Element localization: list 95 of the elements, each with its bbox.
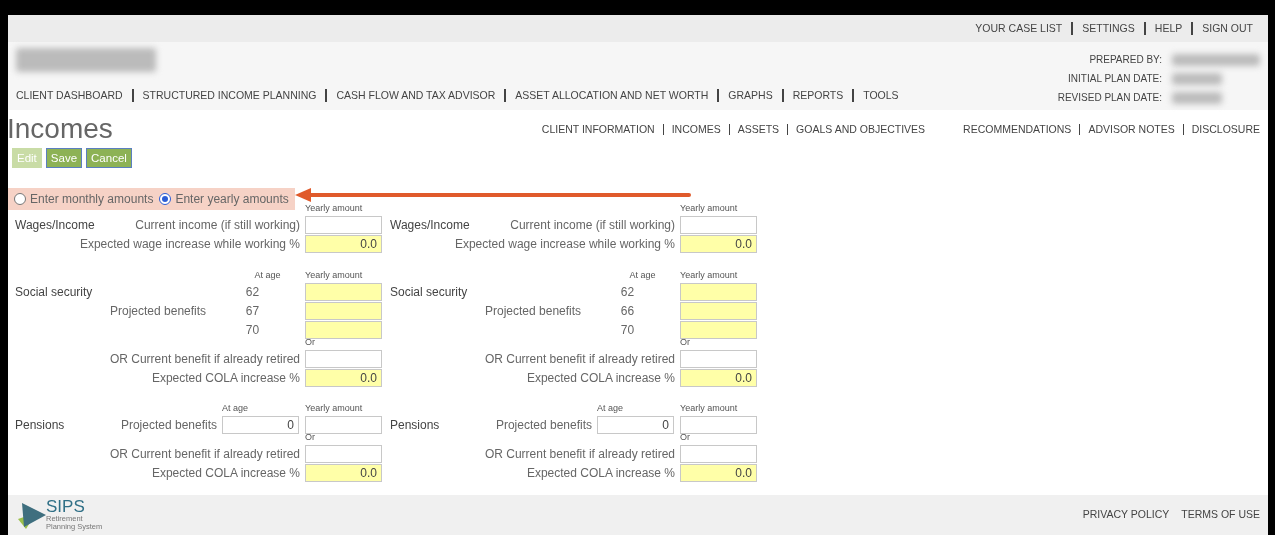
field-label: OR Current benefit if already retired xyxy=(484,446,675,461)
field-label: Expected COLA increase % xyxy=(151,370,300,385)
section-label: Pensions xyxy=(390,417,440,432)
section-label: Wages/Income xyxy=(390,217,470,232)
tab-link[interactable]: DISCLOSURE xyxy=(1182,124,1268,135)
column-header: Yearly amount xyxy=(680,268,739,282)
input-field[interactable] xyxy=(680,349,757,368)
redacted-value xyxy=(1172,91,1222,104)
section-label: Social security xyxy=(15,284,93,299)
top-link[interactable]: YOUR CASE LIST xyxy=(966,22,1072,35)
field-label: Expected wage increase while working % xyxy=(79,236,300,251)
input-field[interactable] xyxy=(305,349,382,368)
section-label: Wages/Income xyxy=(15,217,95,232)
tab-link[interactable]: RECOMMENDATIONS xyxy=(955,124,1080,135)
field-label: Expected wage increase while working % xyxy=(454,236,675,251)
input-field[interactable] xyxy=(680,444,757,463)
field-label: Expected COLA increase % xyxy=(526,370,675,385)
input-field[interactable] xyxy=(305,282,382,301)
input-field[interactable] xyxy=(680,320,757,339)
radio-button[interactable] xyxy=(14,193,26,205)
radio-button[interactable] xyxy=(159,193,172,205)
input-field[interactable] xyxy=(680,415,757,434)
or-label: Or xyxy=(305,335,316,349)
or-label: Or xyxy=(680,430,691,444)
field-label: Expected COLA increase % xyxy=(151,465,300,480)
nav-link[interactable]: ASSET ALLOCATION AND NET WORTH xyxy=(504,89,718,102)
field-label: INITIAL PLAN DATE: xyxy=(1068,72,1162,86)
section-label: Pensions xyxy=(15,417,65,432)
input-field[interactable]: 0.0 xyxy=(305,463,382,482)
redacted-value xyxy=(1172,72,1222,85)
nav-link[interactable]: STRUCTURED INCOME PLANNING xyxy=(131,89,326,102)
input-field[interactable] xyxy=(680,282,757,301)
input-field[interactable]: 0.0 xyxy=(305,368,382,387)
top-link[interactable]: HELP xyxy=(1143,22,1192,35)
column-header: Yearly amount xyxy=(680,401,739,415)
logo-text: SIPS xyxy=(46,499,86,515)
input-field[interactable]: 0.0 xyxy=(680,234,757,253)
nav-link[interactable]: TOOLS xyxy=(852,89,908,102)
field-label: Expected COLA increase % xyxy=(526,465,675,480)
tab-link[interactable]: CLIENT INFORMATION xyxy=(533,124,663,135)
input-field[interactable] xyxy=(305,444,382,463)
input-field[interactable] xyxy=(680,215,757,234)
field-label: Current income (if still working) xyxy=(135,217,300,232)
age-value: 66 xyxy=(620,303,635,318)
tab-link[interactable]: GOALS AND OBJECTIVES xyxy=(787,124,934,135)
field-label: OR Current benefit if already retired xyxy=(109,446,300,461)
nav-link[interactable]: REPORTS xyxy=(781,89,853,102)
page-title: Incomes xyxy=(7,114,113,144)
age-value: 67 xyxy=(245,303,260,318)
input-field[interactable]: 0 xyxy=(222,415,299,434)
radio-label[interactable]: Enter monthly amounts xyxy=(30,190,154,208)
field-label: PREPARED BY: xyxy=(1089,53,1162,67)
footer-link[interactable]: TERMS OF USE xyxy=(1181,507,1260,523)
input-field[interactable]: 0.0 xyxy=(680,368,757,387)
column-header: At age xyxy=(253,268,282,282)
field-label: Projected benefits xyxy=(495,417,592,432)
column-header: At age xyxy=(222,401,250,415)
section-label: Social security xyxy=(390,284,468,299)
or-label: Or xyxy=(305,430,316,444)
nav-link[interactable]: CLIENT DASHBOARD xyxy=(7,89,132,102)
age-value: 62 xyxy=(620,284,635,299)
age-value: 62 xyxy=(245,284,260,299)
tab-link[interactable]: ADVISOR NOTES xyxy=(1079,124,1183,135)
age-value: 70 xyxy=(245,322,260,337)
column-header: At age xyxy=(628,268,657,282)
field-label: Projected benefits xyxy=(485,303,582,318)
input-field[interactable] xyxy=(305,415,382,434)
tab-link[interactable]: INCOMES xyxy=(662,124,729,135)
tab-link[interactable]: ASSETS xyxy=(728,124,788,135)
column-header: Yearly amount xyxy=(305,201,364,215)
nav-link[interactable]: CASH FLOW AND TAX ADVISOR xyxy=(325,89,505,102)
column-header: Yearly amount xyxy=(680,201,739,215)
field-label: OR Current benefit if already retired xyxy=(484,351,675,366)
field-label: OR Current benefit if already retired xyxy=(109,351,300,366)
field-label: REVISED PLAN DATE: xyxy=(1057,91,1162,105)
column-header: Yearly amount xyxy=(305,268,364,282)
column-header: At age xyxy=(597,401,625,415)
input-field[interactable]: 0 xyxy=(597,415,674,434)
field-label: Projected benefits xyxy=(120,417,217,432)
column-header: Yearly amount xyxy=(305,401,364,415)
footer-link[interactable]: PRIVACY POLICY xyxy=(1082,507,1170,523)
input-field[interactable]: 0.0 xyxy=(680,463,757,482)
nav-link[interactable]: GRAPHS xyxy=(717,89,782,102)
field-label: Projected benefits xyxy=(110,303,207,318)
input-field[interactable] xyxy=(305,320,382,339)
input-field[interactable] xyxy=(305,301,382,320)
input-field[interactable] xyxy=(305,215,382,234)
top-link[interactable]: SIGN OUT xyxy=(1191,22,1262,35)
input-field[interactable]: 0.0 xyxy=(305,234,382,253)
top-link[interactable]: SETTINGS xyxy=(1071,22,1144,35)
field-label: Current income (if still working) xyxy=(510,217,675,232)
or-label: Or xyxy=(680,335,691,349)
age-value: 70 xyxy=(620,322,635,337)
radio-label[interactable]: Enter yearly amounts xyxy=(175,190,289,208)
input-field[interactable] xyxy=(680,301,757,320)
